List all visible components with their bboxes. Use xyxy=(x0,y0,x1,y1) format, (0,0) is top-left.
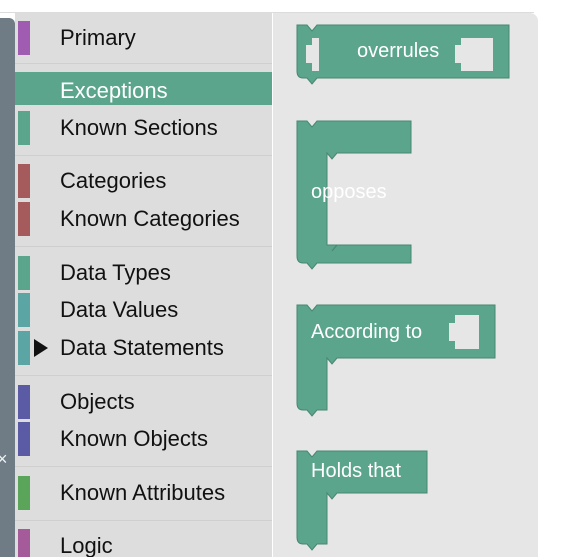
toolbox-separator xyxy=(15,466,272,467)
category-color-swatch xyxy=(18,293,30,327)
toolbox-category-label: Known Categories xyxy=(60,206,240,231)
toolbox-category-data-statements[interactable]: Data Statements xyxy=(15,331,272,365)
toolbox-separator xyxy=(15,375,272,376)
toolbox-category-label: Exceptions xyxy=(60,78,168,103)
category-color-swatch xyxy=(18,529,30,557)
toolbox-category-label: Data Statements xyxy=(60,335,224,360)
toolbox-category-label: Data Values xyxy=(60,297,179,322)
toolbox-category-label: Primary xyxy=(60,25,136,50)
category-color-swatch xyxy=(18,385,30,419)
toolbox-category-data-types[interactable]: Data Types xyxy=(15,256,272,290)
toolbox-category-label: Objects xyxy=(60,389,135,414)
toolbox-separator xyxy=(15,63,272,64)
category-color-swatch xyxy=(18,21,30,55)
category-color-swatch xyxy=(18,256,30,290)
block-label: Holds that xyxy=(311,460,401,482)
overrules-block[interactable]: overrules xyxy=(296,24,510,85)
toolbox-separator xyxy=(15,520,272,521)
toolbox-category-known-attributes[interactable]: Known Attributes xyxy=(15,476,272,510)
holds-that-block[interactable]: Holds that xyxy=(296,450,428,551)
toolbox-category-known-categories[interactable]: Known Categories xyxy=(15,202,272,236)
toolbox-category-label: Known Sections xyxy=(60,115,218,140)
toolbox-category-known-objects[interactable]: Known Objects xyxy=(15,422,272,456)
toolbox-category-data-values[interactable]: Data Values xyxy=(15,293,272,327)
toolbox-category-label: Data Types xyxy=(60,260,171,285)
toolbox-category-label: Categories xyxy=(60,168,167,193)
toolbox: Primary Exceptions Known Sections Catego… xyxy=(15,13,272,557)
category-color-swatch xyxy=(18,72,30,105)
block-label: According to xyxy=(311,321,422,343)
category-color-swatch xyxy=(18,331,30,365)
toolbox-category-categories[interactable]: Categories xyxy=(15,164,272,198)
expand-arrow-icon[interactable] xyxy=(34,339,48,357)
toolbox-category-known-sections[interactable]: Known Sections xyxy=(15,111,272,145)
toolbox-category-objects[interactable]: Objects xyxy=(15,385,272,419)
close-icon[interactable]: × xyxy=(0,450,8,468)
category-color-swatch xyxy=(18,164,30,198)
toolbox-category-label: Known Objects xyxy=(60,426,208,451)
left-sidebar-strip: × xyxy=(0,18,15,557)
category-color-swatch xyxy=(18,202,30,236)
opposes-block[interactable]: opposes xyxy=(296,120,412,270)
toolbox-category-exceptions[interactable]: Exceptions xyxy=(15,72,272,105)
block-label: overrules xyxy=(357,40,439,62)
toolbox-category-label: Known Attributes xyxy=(60,480,226,505)
block-label: opposes xyxy=(311,181,387,203)
toolbox-category-primary[interactable]: Primary xyxy=(15,21,272,55)
category-color-swatch xyxy=(18,111,30,145)
block-workspace: overrules opposes According to Holds tha… xyxy=(273,13,538,557)
toolbox-category-label: Logic xyxy=(60,533,113,557)
category-color-swatch xyxy=(18,422,30,456)
toolbox-separator xyxy=(15,155,272,156)
toolbox-category-logic[interactable]: Logic xyxy=(15,529,272,557)
toolbox-separator xyxy=(15,246,272,247)
according-to-block[interactable]: According to xyxy=(296,304,496,417)
category-color-swatch xyxy=(18,476,30,510)
